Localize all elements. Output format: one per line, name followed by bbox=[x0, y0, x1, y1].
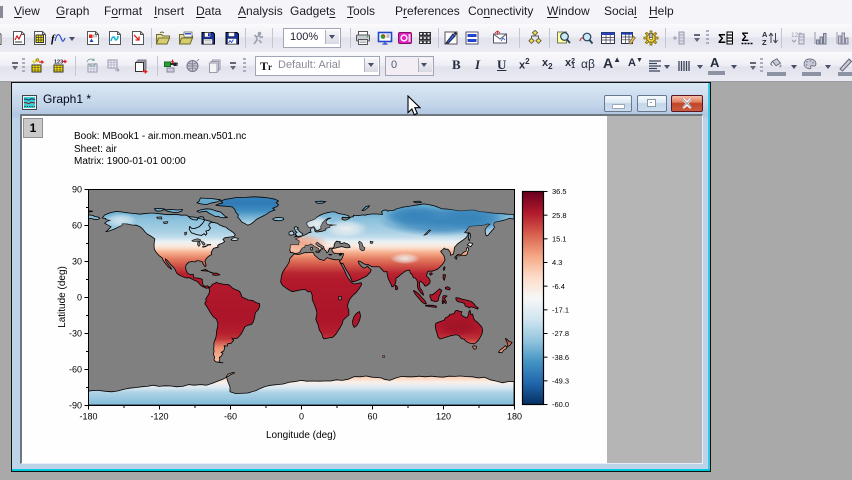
svg-text:Z: Z bbox=[762, 38, 767, 46]
svg-text:Latitude (deg): Latitude (deg) bbox=[57, 266, 68, 328]
svg-text:-60.0: -60.0 bbox=[552, 400, 569, 409]
svg-text:-30: -30 bbox=[69, 329, 82, 339]
svg-text:-120: -120 bbox=[150, 412, 168, 422]
svg-text:180: 180 bbox=[507, 412, 522, 422]
svg-text:60: 60 bbox=[72, 221, 82, 231]
svg-text:-38.6: -38.6 bbox=[552, 353, 569, 362]
svg-text:-6.4: -6.4 bbox=[552, 282, 565, 291]
svg-text:30: 30 bbox=[72, 257, 82, 267]
svg-text:-60: -60 bbox=[69, 365, 82, 375]
svg-text:90: 90 bbox=[72, 185, 82, 195]
svg-text:25.8: 25.8 bbox=[552, 211, 567, 220]
svg-text:120: 120 bbox=[436, 412, 451, 422]
svg-text:0: 0 bbox=[77, 293, 82, 303]
svg-text:Σ: Σ bbox=[718, 31, 726, 46]
svg-text:-180: -180 bbox=[79, 412, 97, 422]
svg-text:-17.1: -17.1 bbox=[552, 306, 569, 315]
svg-text:60: 60 bbox=[367, 412, 377, 422]
svg-text:4.3: 4.3 bbox=[552, 258, 562, 267]
svg-text:-90: -90 bbox=[69, 401, 82, 411]
svg-text:36.5: 36.5 bbox=[552, 187, 567, 196]
svg-text:Σ: Σ bbox=[742, 30, 749, 44]
svg-text:15.1: 15.1 bbox=[552, 235, 567, 244]
svg-text:123: 123 bbox=[54, 60, 63, 66]
svg-text:0: 0 bbox=[299, 412, 304, 422]
svg-text:Longitude (deg): Longitude (deg) bbox=[266, 430, 336, 441]
svg-text:-60: -60 bbox=[224, 412, 237, 422]
svg-text:-49.3: -49.3 bbox=[552, 377, 569, 386]
svg-text:-27.8: -27.8 bbox=[552, 329, 569, 338]
